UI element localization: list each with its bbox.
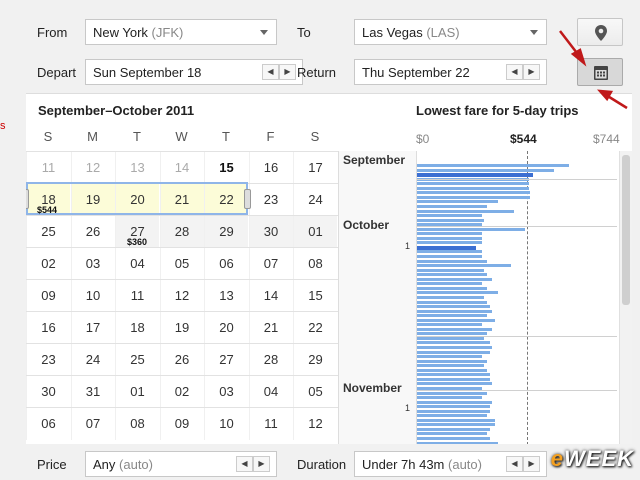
annotation-arrows [559,30,628,110]
arrow-head [570,48,587,67]
eweek-watermark: eWEEK [550,446,634,471]
